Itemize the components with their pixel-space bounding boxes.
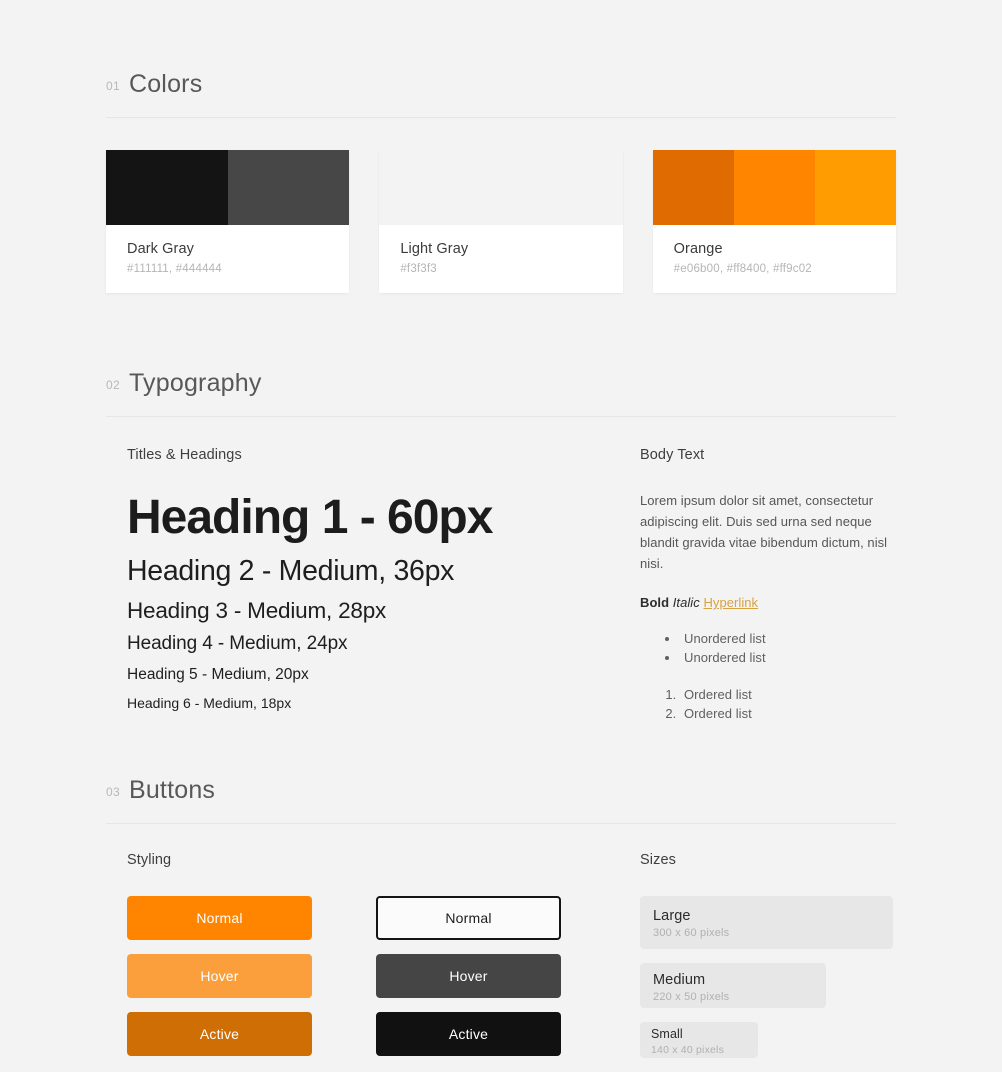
color-card-meta: Light Gray #f3f3f3 bbox=[379, 225, 622, 293]
color-card-meta: Dark Gray #111111, #444444 bbox=[106, 225, 349, 293]
section-number: 01 bbox=[106, 79, 120, 93]
ordered-list: Ordered list Ordered list bbox=[680, 686, 896, 724]
inline-style-samples: Bold Italic Hyperlink bbox=[640, 595, 896, 610]
list-item: Unordered list bbox=[680, 649, 896, 668]
sizes-label-wrap: Sizes bbox=[619, 852, 896, 868]
dark-button-column: Normal Hover Active bbox=[376, 895, 561, 1072]
button-orange-normal[interactable]: Normal bbox=[127, 895, 312, 940]
button-outline-normal[interactable]: Normal bbox=[376, 895, 561, 940]
color-card-dark-gray: Dark Gray #111111, #444444 bbox=[106, 150, 350, 293]
color-card-list: Dark Gray #111111, #444444 Light Gray #f… bbox=[106, 150, 896, 293]
heading-5-sample: Heading 5 - Medium, 20px bbox=[127, 666, 309, 684]
section-typography: 02 Typography Titles & Headings Heading … bbox=[106, 369, 896, 742]
section-buttons: 03 Buttons Styling Sizes Normal Hover Ac… bbox=[106, 776, 896, 1072]
button-dark-active[interactable]: Active bbox=[376, 1011, 561, 1056]
color-card-light-gray: Light Gray #f3f3f3 bbox=[379, 150, 623, 293]
section-header-typography: 02 Typography bbox=[106, 369, 896, 417]
color-hex-values: #111111, #444444 bbox=[127, 263, 222, 275]
swatch-orange-2 bbox=[733, 150, 815, 225]
button-dark-hover[interactable]: Hover bbox=[376, 953, 561, 998]
size-name: Medium bbox=[653, 971, 706, 988]
swatch-dark-gray-2 bbox=[227, 150, 350, 225]
sizes-label: Sizes bbox=[640, 851, 676, 868]
hyperlink-sample[interactable]: Hyperlink bbox=[703, 595, 758, 610]
heading-1-sample: Heading 1 - 60px bbox=[127, 491, 493, 544]
button-styling-columns: Normal Hover Active Normal Hover Active bbox=[106, 895, 619, 1072]
swatch-light-gray-1 bbox=[379, 150, 623, 225]
size-dimensions: 140 x 40 pixels bbox=[651, 1044, 725, 1057]
titles-headings-label: Titles & Headings bbox=[127, 447, 242, 463]
style-guide-page: 01 Colors Dark Gray #111111, #444444 Lig… bbox=[0, 0, 1002, 1072]
swatch-dark-gray-1 bbox=[106, 150, 228, 225]
swatch-orange-1 bbox=[652, 150, 734, 225]
swatch-strip bbox=[652, 150, 896, 225]
section-title: Colors bbox=[128, 70, 203, 98]
heading-3-sample: Heading 3 - Medium, 28px bbox=[127, 598, 387, 624]
list-samples: Unordered list Unordered list Ordered li… bbox=[662, 630, 896, 723]
styling-label-wrap: Styling bbox=[106, 852, 619, 868]
color-hex-values: #f3f3f3 bbox=[400, 263, 437, 275]
orange-button-column: Normal Hover Active bbox=[127, 895, 312, 1072]
size-sample-large[interactable]: Large 300 x 60 pixels bbox=[640, 895, 893, 949]
styling-label: Styling bbox=[127, 851, 172, 868]
size-name: Small bbox=[651, 1026, 683, 1041]
size-dimensions: 220 x 50 pixels bbox=[653, 990, 730, 1003]
section-number: 02 bbox=[106, 378, 120, 392]
list-item: Ordered list bbox=[680, 705, 896, 724]
heading-2-sample: Heading 2 - Medium, 36px bbox=[127, 555, 455, 588]
titles-and-headings-column: Titles & Headings Heading 1 - 60px Headi… bbox=[106, 447, 619, 742]
unordered-list: Unordered list Unordered list bbox=[680, 630, 896, 668]
heading-4-sample: Heading 4 - Medium, 24px bbox=[127, 633, 348, 655]
body-paragraph: Lorem ipsum dolor sit amet, consectetur … bbox=[640, 493, 888, 572]
color-name: Orange bbox=[673, 241, 723, 257]
list-item: Ordered list bbox=[680, 686, 896, 705]
swatch-strip bbox=[106, 150, 350, 225]
section-number: 03 bbox=[106, 784, 120, 799]
size-sample-small[interactable]: Small 140 x 40 pixels bbox=[640, 1021, 758, 1058]
color-name: Dark Gray bbox=[127, 241, 194, 257]
swatch-strip bbox=[379, 150, 623, 225]
button-orange-active[interactable]: Active bbox=[127, 1011, 312, 1056]
content-wrapper: 01 Colors Dark Gray #111111, #444444 Lig… bbox=[106, 0, 896, 1072]
buttons-labels-row: Styling Sizes bbox=[106, 852, 896, 868]
buttons-demo-row: Normal Hover Active Normal Hover Active … bbox=[106, 895, 896, 1072]
section-header-colors: 01 Colors bbox=[106, 70, 896, 118]
size-name: Large bbox=[653, 907, 691, 924]
list-item: Unordered list bbox=[680, 630, 896, 649]
size-dimensions: 300 x 60 pixels bbox=[653, 926, 730, 939]
section-title: Typography bbox=[128, 369, 262, 397]
typography-columns: Titles & Headings Heading 1 - 60px Headi… bbox=[106, 447, 896, 742]
italic-sample: Italic bbox=[672, 595, 700, 611]
color-name: Light Gray bbox=[400, 241, 469, 257]
section-header-buttons: 03 Buttons bbox=[106, 776, 896, 824]
bold-sample: Bold bbox=[640, 595, 670, 611]
section-title: Buttons bbox=[128, 775, 216, 804]
color-card-meta: Orange #e06b00, #ff8400, #ff9c02 bbox=[653, 225, 896, 293]
color-hex-values: #e06b00, #ff8400, #ff9c02 bbox=[673, 263, 812, 275]
button-sizes-column: Large 300 x 60 pixels Medium 220 x 50 pi… bbox=[619, 895, 896, 1072]
swatch-orange-3 bbox=[814, 150, 896, 225]
heading-6-sample: Heading 6 - Medium, 18px bbox=[127, 694, 292, 711]
body-text-column: Body Text Lorem ipsum dolor sit amet, co… bbox=[619, 447, 896, 742]
color-card-orange: Orange #e06b00, #ff8400, #ff9c02 bbox=[652, 150, 896, 293]
body-text-label: Body Text bbox=[640, 447, 705, 463]
button-orange-hover[interactable]: Hover bbox=[127, 953, 312, 998]
size-sample-medium[interactable]: Medium 220 x 50 pixels bbox=[640, 962, 826, 1008]
